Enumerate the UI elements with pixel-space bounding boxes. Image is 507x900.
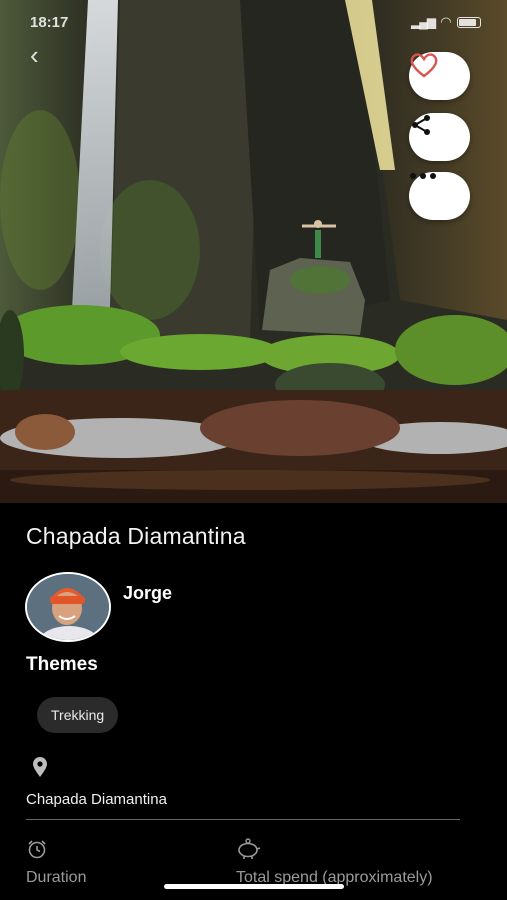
avatar-photo bbox=[27, 574, 109, 640]
heart-icon bbox=[410, 53, 438, 78]
more-options-button[interactable] bbox=[409, 172, 470, 220]
share-button[interactable] bbox=[409, 113, 470, 161]
status-time: 18:17 bbox=[30, 13, 69, 31]
hero-image: 18:17 ▂▄▆ ◠ ‹ bbox=[0, 0, 507, 503]
more-icon bbox=[410, 173, 436, 179]
wifi-icon: ◠ bbox=[441, 14, 451, 29]
status-bar: 18:17 ▂▄▆ ◠ bbox=[30, 12, 481, 32]
divider bbox=[26, 819, 460, 820]
duration-label: Duration bbox=[26, 869, 87, 886]
signal-icon: ▂▄▆ bbox=[411, 15, 436, 29]
battery-icon bbox=[457, 16, 481, 28]
themes-heading: Themes bbox=[26, 654, 98, 675]
location-label: Chapada Diamantina bbox=[26, 791, 167, 808]
back-arrow-icon[interactable]: ‹ bbox=[30, 40, 60, 70]
place-title: Chapada Diamantina bbox=[26, 523, 246, 549]
home-indicator[interactable] bbox=[164, 884, 344, 889]
share-icon bbox=[412, 115, 430, 135]
favorite-button[interactable] bbox=[409, 52, 470, 100]
status-icons: ▂▄▆ ◠ bbox=[411, 14, 481, 30]
author-name[interactable]: Jorge bbox=[123, 583, 172, 604]
alarm-clock-icon bbox=[28, 840, 46, 859]
piggy-bank-icon bbox=[238, 838, 261, 859]
pin-icon bbox=[33, 757, 47, 777]
avatar[interactable] bbox=[25, 572, 111, 642]
theme-chip[interactable]: Trekking bbox=[37, 697, 119, 733]
